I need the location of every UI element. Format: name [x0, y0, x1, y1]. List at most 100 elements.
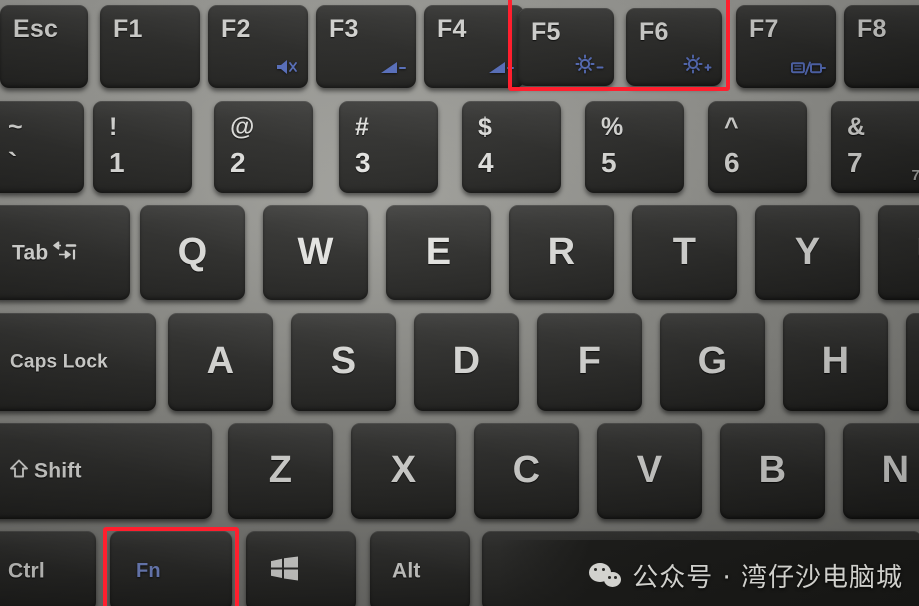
watermark-text: 公众号 · 湾仔沙电脑城	[632, 563, 903, 593]
key-f2[interactable]: F2	[208, 5, 308, 88]
key-label-q: Q	[177, 230, 208, 273]
watermark: 公众号 · 湾仔沙电脑城	[589, 557, 903, 594]
key-three[interactable]: #3	[339, 101, 438, 193]
key-shift-label-tilde: ~	[8, 113, 23, 141]
key-label-shift: Shift	[10, 459, 82, 483]
key-e[interactable]: E	[386, 205, 491, 300]
key-label-six: 6	[724, 147, 740, 178]
key-f4[interactable]: F4	[424, 5, 524, 88]
key-label-alt: Alt	[392, 559, 421, 583]
key-label-two: 2	[230, 147, 246, 178]
key-five[interactable]: % 5	[585, 101, 684, 193]
key-ctrl[interactable]: Ctrl	[0, 531, 96, 606]
key-shift-label-one: !	[109, 113, 118, 141]
key-capslock[interactable]: Caps Lock	[0, 313, 156, 411]
key-g[interactable]: G	[660, 313, 765, 411]
key-u[interactable]: U	[878, 205, 919, 300]
key-alt[interactable]: Alt	[370, 531, 470, 606]
key-label-f4: F4	[437, 15, 467, 43]
volume-down-icon	[380, 59, 407, 81]
key-f6[interactable]: F6	[626, 8, 722, 86]
key-f5[interactable]: F5	[518, 8, 614, 86]
key-shift-label-five: %	[601, 113, 624, 141]
key-label-x: X	[390, 449, 417, 492]
key-h[interactable]: H	[783, 313, 888, 411]
key-n[interactable]: N	[843, 423, 919, 519]
key-v[interactable]: V	[597, 423, 702, 519]
key-t[interactable]: T	[632, 205, 737, 300]
key-label-a: A	[206, 340, 235, 383]
brightness-down-icon	[575, 54, 605, 79]
key-label-w: W	[297, 230, 334, 273]
key-esc[interactable]: Esc	[0, 5, 88, 88]
key-r[interactable]: R	[509, 205, 614, 300]
key-label-r: R	[547, 230, 576, 273]
key-x[interactable]: X	[351, 423, 456, 519]
external-display-icon	[790, 61, 827, 81]
key-label-f: F	[577, 340, 602, 383]
key-f1[interactable]: F1	[100, 5, 200, 88]
key-label-t: T	[672, 230, 697, 273]
key-label-seven: 7	[847, 147, 863, 178]
key-f3[interactable]: F3	[316, 5, 416, 88]
key-c[interactable]: C	[474, 423, 579, 519]
key-tab[interactable]: Tab	[0, 205, 130, 300]
key-label-esc: Esc	[13, 15, 59, 43]
key-label-capslock: Caps Lock	[10, 351, 108, 373]
key-win[interactable]	[246, 531, 356, 606]
key-label-three: 3	[355, 147, 371, 178]
key-label-tilde: `	[8, 147, 18, 178]
key-f8[interactable]: F8	[844, 5, 919, 88]
key-label-s: S	[330, 340, 357, 383]
key-z[interactable]: Z	[228, 423, 333, 519]
key-shift-label-two: @	[230, 113, 255, 141]
key-label-f6: F6	[639, 18, 669, 46]
key-label-h: H	[821, 340, 850, 383]
key-label-v: V	[636, 449, 663, 492]
key-label-f7: F7	[749, 15, 779, 43]
key-two[interactable]: @2	[214, 101, 313, 193]
key-label-y: Y	[794, 230, 821, 273]
volume-up-icon	[488, 59, 515, 81]
key-tilde[interactable]: ~ `	[0, 101, 84, 193]
wechat-logo-icon	[589, 562, 623, 589]
key-shift-label-six: ^	[724, 113, 739, 141]
key-s[interactable]: S	[291, 313, 396, 411]
key-label-n: N	[881, 449, 910, 492]
key-label-g: G	[697, 340, 728, 383]
key-fn[interactable]: Fn	[110, 531, 232, 606]
key-label-tab: Tab	[12, 240, 77, 264]
key-label-f3: F3	[329, 15, 359, 43]
key-label-b: B	[758, 449, 787, 492]
key-f7[interactable]: F7	[736, 5, 836, 88]
key-label-d: D	[452, 340, 481, 383]
key-y[interactable]: Y	[755, 205, 860, 300]
key-label-z: Z	[268, 449, 293, 492]
key-label-f1: F1	[113, 15, 143, 43]
key-alt-label-seven: 7	[911, 167, 919, 184]
key-label-five: 5	[601, 147, 617, 178]
key-one[interactable]: ! 1	[93, 101, 192, 193]
shift-arrow-icon	[10, 459, 29, 483]
key-six[interactable]: ^ 6	[708, 101, 807, 193]
key-label-f2: F2	[221, 15, 251, 43]
key-label-shift-text: Shift	[34, 459, 82, 483]
key-f[interactable]: F	[537, 313, 642, 411]
key-shift-label-three: #	[355, 113, 370, 141]
key-j[interactable]: J	[906, 313, 919, 411]
key-b[interactable]: B	[720, 423, 825, 519]
key-label-four: 4	[478, 147, 494, 178]
brightness-up-icon	[683, 54, 713, 79]
key-q[interactable]: Q	[140, 205, 245, 300]
key-seven[interactable]: & 7 7	[831, 101, 919, 193]
key-shift[interactable]: Shift	[0, 423, 212, 519]
key-a[interactable]: A	[168, 313, 273, 411]
key-d[interactable]: D	[414, 313, 519, 411]
key-label-fn: Fn	[136, 560, 161, 582]
mute-icon	[275, 58, 299, 81]
key-four[interactable]: $4	[462, 101, 561, 193]
keyboard-photo: Esc F1 F2 F3 F4 F5 F6 F7 F8 ~ `! 1 @2 #3 $4% 5 ^ 6 & 7 7 Ta…	[0, 0, 919, 606]
key-label-tab-text: Tab	[12, 241, 49, 264]
key-shift-label-seven: &	[847, 113, 866, 141]
key-w[interactable]: W	[263, 205, 368, 300]
